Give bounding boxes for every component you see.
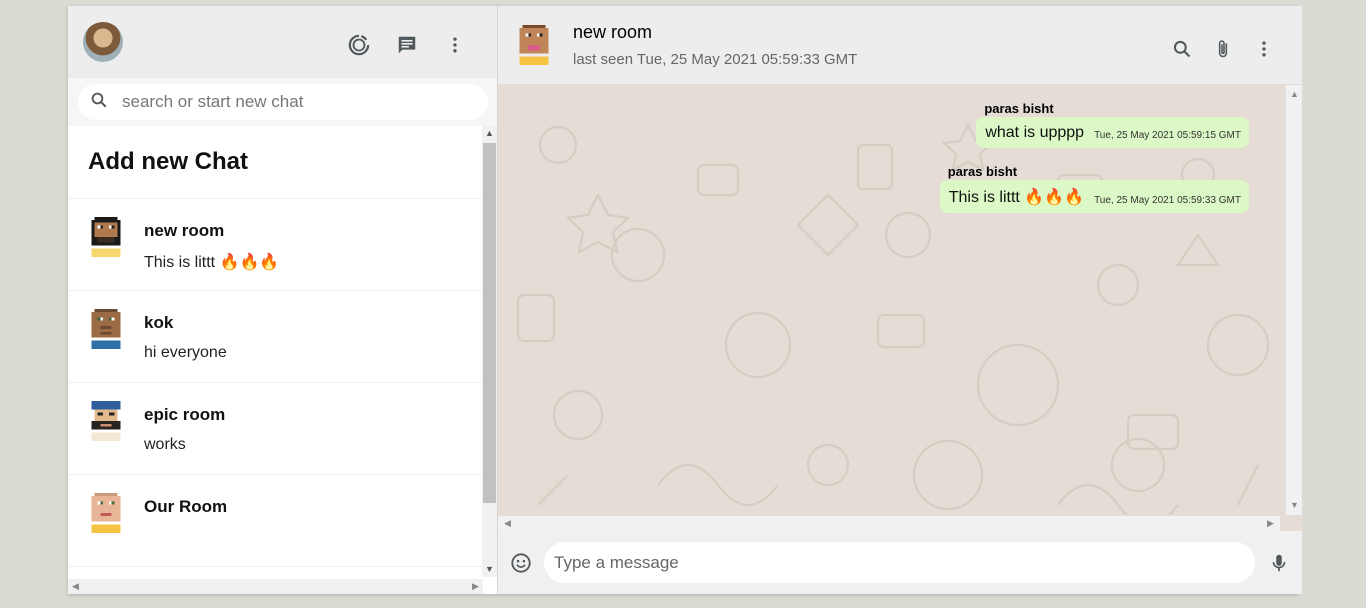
chat-body: paras bisht what is upppp Tue, 25 May 20…: [498, 85, 1302, 531]
chat-name: Our Room: [144, 497, 228, 516]
message: paras bisht what is upppp Tue, 25 May 20…: [976, 101, 1249, 148]
add-new-chat-button[interactable]: Add new Chat: [68, 126, 483, 199]
chat-info: epic room works: [144, 401, 225, 454]
chat-list-horizontal-scrollbar[interactable]: ◀ ▶: [68, 579, 483, 594]
message-sender: paras bisht: [984, 101, 1054, 116]
message-text: what is upppp: [985, 124, 1085, 141]
more-vert-icon[interactable]: [1243, 36, 1284, 62]
chat-avatar: [88, 309, 128, 349]
scroll-left-arrow-icon[interactable]: ◀: [500, 516, 515, 531]
room-info: new room last seen Tue, 25 May 2021 05:5…: [573, 22, 857, 68]
chat-horizontal-scrollbar[interactable]: ◀ ▶: [498, 515, 1280, 531]
message-input[interactable]: [544, 542, 1255, 583]
message-bubble: This is littt 🔥🔥🔥 Tue, 25 May 2021 05:59…: [939, 180, 1249, 213]
chat-item-kok[interactable]: kok hi everyone: [68, 291, 483, 383]
message-sender: paras bisht: [947, 164, 1018, 179]
search-container: [68, 78, 497, 126]
search-icon[interactable]: [1161, 36, 1202, 62]
scroll-up-arrow-icon[interactable]: ▲: [1287, 87, 1302, 102]
sidebar: Add new Chat new room This is li: [68, 6, 498, 594]
chat-last-message: works: [144, 436, 186, 453]
chat-last-message: This is littt 🔥🔥🔥: [144, 254, 280, 271]
user-avatar[interactable]: [83, 22, 123, 62]
scroll-right-arrow-icon[interactable]: ▶: [468, 579, 483, 594]
attach-icon[interactable]: [1202, 36, 1243, 62]
more-vert-icon[interactable]: [431, 33, 479, 57]
scroll-down-arrow-icon[interactable]: ▼: [1287, 498, 1302, 513]
search-box: [78, 84, 488, 120]
chat-footer: [498, 531, 1302, 594]
message-text: This is littt 🔥🔥🔥: [948, 189, 1085, 206]
chat-vertical-scrollbar[interactable]: ▲ ▼: [1285, 85, 1302, 515]
chat-header: new room last seen Tue, 25 May 2021 05:5…: [498, 6, 1302, 85]
chat-avatar: [88, 401, 128, 441]
search-icon: [90, 91, 108, 114]
chat-info: Our Room: [144, 493, 227, 528]
chat-info: kok hi everyone: [144, 309, 227, 362]
chat-item-new-room[interactable]: new room This is littt 🔥🔥🔥: [68, 199, 483, 291]
emoji-icon[interactable]: [510, 552, 532, 574]
message: paras bisht This is littt 🔥🔥🔥 Tue, 25 Ma…: [939, 164, 1249, 213]
app-window: Add new Chat new room This is li: [68, 6, 1302, 594]
message-time: Tue, 25 May 2021 05:59:33 GMT: [1094, 195, 1241, 206]
search-input[interactable]: [122, 92, 472, 112]
status-icon[interactable]: [335, 33, 383, 57]
chat-name: epic room: [144, 405, 226, 424]
chat-last-message: hi everyone: [144, 344, 227, 361]
chat-panel: new room last seen Tue, 25 May 2021 05:5…: [498, 6, 1302, 594]
chat-name: kok: [144, 313, 174, 332]
chat-item-our-room[interactable]: Our Room: [68, 475, 483, 567]
chat-list: Add new Chat new room This is littt 🔥🔥🔥 …: [68, 126, 497, 594]
chat-name: new room: [144, 221, 225, 240]
message-time: Tue, 25 May 2021 05:59:15 GMT: [1094, 130, 1241, 141]
chat-avatar: [88, 493, 128, 533]
sidebar-header: [68, 6, 497, 78]
sidebar-header-icons: [335, 33, 479, 57]
new-chat-icon[interactable]: [383, 33, 431, 57]
chat-list-vertical-scrollbar[interactable]: ▲ ▼: [482, 126, 497, 577]
scrollbar-thumb[interactable]: [483, 143, 496, 503]
microphone-icon[interactable]: [1268, 552, 1290, 574]
scroll-up-arrow-icon[interactable]: ▲: [482, 126, 497, 141]
scroll-left-arrow-icon[interactable]: ◀: [68, 579, 83, 594]
last-seen: last seen Tue, 25 May 2021 05:59:33 GMT: [573, 51, 858, 68]
scroll-down-arrow-icon[interactable]: ▼: [482, 562, 497, 577]
chat-item-epic-room[interactable]: epic room works: [68, 383, 483, 475]
room-avatar[interactable]: [516, 25, 554, 65]
chat-header-icons: [1161, 36, 1284, 62]
message-bubble: what is upppp Tue, 25 May 2021 05:59:15 …: [976, 117, 1249, 148]
scroll-right-arrow-icon[interactable]: ▶: [1263, 516, 1278, 531]
chat-avatar: [88, 217, 128, 257]
chat-info: new room This is littt 🔥🔥🔥: [144, 217, 279, 272]
messages-area: paras bisht what is upppp Tue, 25 May 20…: [498, 85, 1280, 515]
room-name: new room: [573, 22, 653, 42]
